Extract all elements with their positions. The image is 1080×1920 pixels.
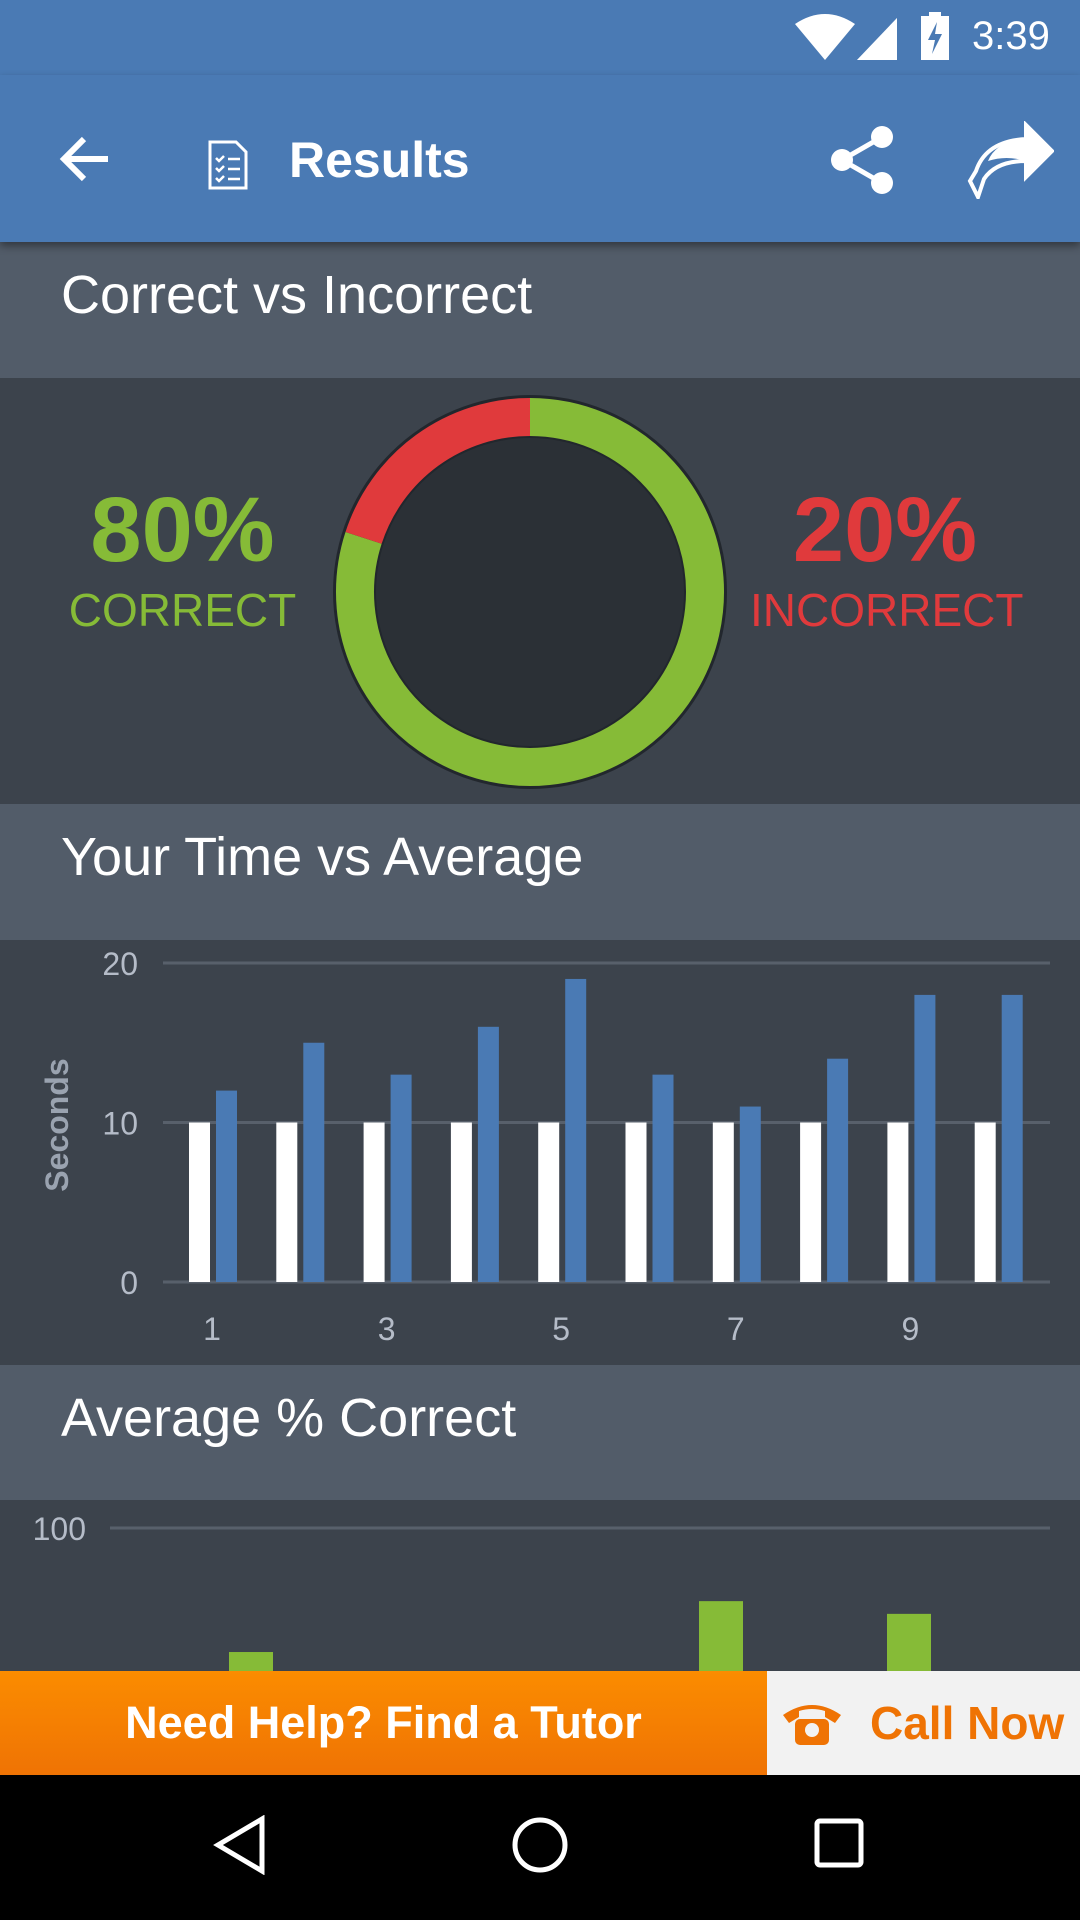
bar-average-2 [276, 1122, 298, 1282]
y-axis-label: Seconds [39, 1058, 75, 1191]
back-arrow-icon[interactable] [58, 135, 110, 183]
correct-label: CORRECT [68, 584, 297, 636]
incorrect-percent: 20% [792, 479, 978, 581]
recents-nav-icon[interactable] [813, 1817, 867, 1871]
forward-share-icon[interactable] [966, 121, 1054, 199]
share-icon[interactable] [830, 125, 900, 195]
x-tick-label: 9 [902, 1311, 920, 1347]
correct-vs-incorrect-panel: 80% CORRECT 20% INCORRECT [0, 378, 1080, 804]
bar-your-time-4 [477, 1026, 499, 1282]
bar-average-1 [189, 1122, 210, 1282]
home-nav-icon[interactable] [510, 1815, 570, 1875]
section-header-average-correct: Average % Correct [0, 1365, 1080, 1501]
bar-average-9 [887, 1122, 909, 1282]
document-checklist-icon [208, 140, 248, 190]
battery-charging-icon [921, 12, 949, 60]
bar-average-10 [974, 1122, 996, 1282]
page-title: Results [289, 132, 470, 188]
time-vs-average-chart: 0 10 20 Seconds 1 3 5 7 9 [39, 946, 1050, 1347]
bar-your-time-2 [303, 1042, 325, 1282]
donut-chart [333, 395, 727, 789]
section-header-time-vs-average: Your Time vs Average [0, 804, 1080, 940]
cell-signal-icon [857, 18, 897, 60]
status-bar: 3:39 [0, 0, 1080, 75]
bar-your-time-5 [565, 978, 587, 1282]
bar-your-time-3 [390, 1074, 412, 1282]
bar-your-time-10 [1001, 994, 1023, 1282]
bar-average-correct-2 [229, 1652, 273, 1671]
bar-your-time-7 [739, 1106, 761, 1282]
donut-center [376, 438, 684, 746]
wifi-icon [795, 14, 855, 60]
time-chart-panel: 0 10 20 Seconds 1 3 5 7 9 [0, 940, 1080, 1365]
incorrect-stat: 20% INCORRECT [750, 478, 1024, 637]
bar-average-6 [625, 1122, 647, 1282]
y-tick-label: 0 [120, 1265, 138, 1301]
bar-your-time-6 [652, 1074, 674, 1282]
correct-percent: 80% [90, 479, 275, 581]
x-tick-label: 3 [378, 1311, 396, 1347]
bar-average-7 [712, 1122, 734, 1282]
find-tutor-button[interactable]: Need Help? Find a Tutor [0, 1671, 767, 1775]
average-correct-chart: 100 [33, 1511, 1050, 1671]
back-nav-icon[interactable] [212, 1815, 268, 1875]
bar-your-time-1 [216, 1090, 237, 1282]
incorrect-label: INCORRECT [750, 584, 1024, 636]
x-tick-label: 1 [203, 1311, 221, 1347]
correct-stat: 80% CORRECT [40, 478, 325, 637]
bar-average-8 [800, 1122, 822, 1282]
average-correct-panel: 100 [0, 1500, 1080, 1671]
app-bar: Results [0, 75, 1080, 242]
phone-icon [783, 1705, 841, 1745]
bar-average-correct-7 [699, 1601, 743, 1671]
bar-average-correct-9 [887, 1613, 931, 1671]
x-tick-label: 5 [552, 1311, 570, 1347]
x-tick-label: 7 [727, 1311, 745, 1347]
bar-average-4 [450, 1122, 472, 1282]
y-tick-label: 100 [33, 1511, 86, 1547]
bar-average-5 [538, 1122, 560, 1282]
navigation-bar [0, 1775, 1080, 1920]
call-now-button[interactable]: Call Now [767, 1671, 1080, 1775]
bar-your-time-8 [827, 1058, 849, 1282]
bar-average-3 [363, 1122, 385, 1282]
call-now-label: Call Now [870, 1697, 1065, 1749]
y-tick-label: 10 [102, 1106, 138, 1142]
section-header-correct-vs-incorrect: Correct vs Incorrect [0, 242, 1080, 378]
y-tick-label: 20 [102, 946, 138, 982]
bar-your-time-9 [914, 994, 936, 1282]
clock: 3:39 [972, 14, 1050, 58]
